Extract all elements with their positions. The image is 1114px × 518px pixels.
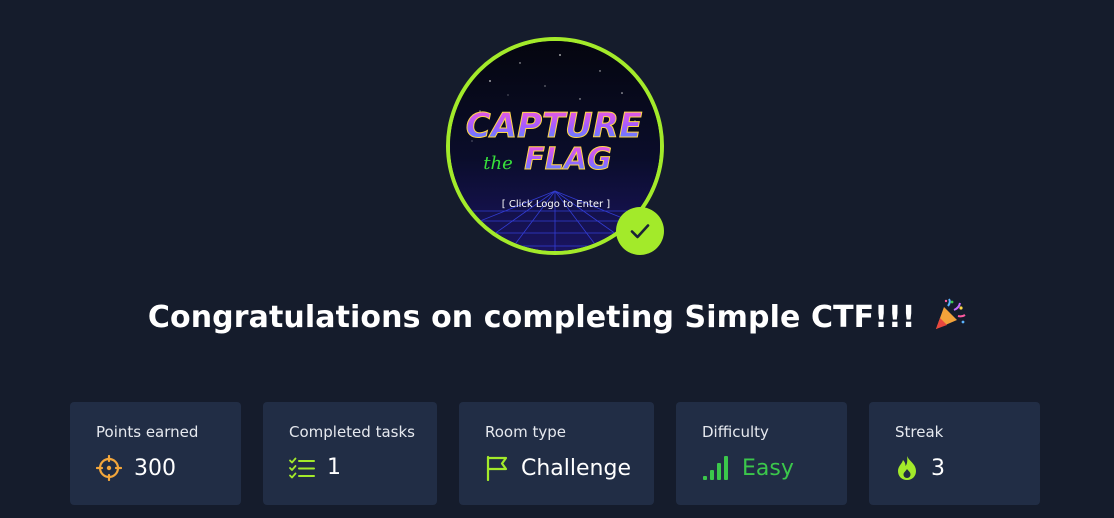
- logo-word-flag: FLAG: [524, 142, 611, 177]
- points-earned-value: 300: [134, 455, 176, 481]
- streak-card: Streak 3: [869, 402, 1040, 505]
- streak-value: 3: [931, 455, 945, 481]
- completed-tasks-label: Completed tasks: [289, 423, 415, 441]
- room-type-value: Challenge: [521, 455, 631, 481]
- completed-tasks-card: Completed tasks 1: [263, 402, 437, 505]
- signal-bars-icon: [702, 455, 730, 481]
- room-type-card: Room type Challenge: [459, 402, 654, 505]
- room-logo[interactable]: CAPTURE the FLAG [ Click Logo to Enter ]: [446, 37, 664, 255]
- completed-tasks-value: 1: [327, 455, 341, 480]
- points-earned-label: Points earned: [96, 423, 199, 441]
- streak-label: Streak: [895, 423, 944, 441]
- room-type-label: Room type: [485, 423, 566, 441]
- completed-check-icon: [616, 207, 664, 255]
- logo-caption: [ Click Logo to Enter ]: [502, 199, 610, 210]
- flame-icon: [895, 455, 919, 481]
- difficulty-value: Easy: [742, 455, 794, 481]
- party-popper-icon: [932, 298, 966, 340]
- congratulations-heading: Congratulations on completing Simple CTF…: [0, 298, 1114, 340]
- points-earned-card: Points earned 300: [70, 402, 241, 505]
- difficulty-label: Difficulty: [702, 423, 769, 441]
- logo-word-the: the: [483, 153, 512, 174]
- congratulations-text: Congratulations on completing Simple CTF…: [147, 300, 916, 335]
- difficulty-card: Difficulty Easy: [676, 402, 847, 505]
- logo-word-capture: CAPTURE: [466, 106, 642, 146]
- target-icon: [96, 455, 122, 481]
- flag-icon: [485, 455, 509, 481]
- checklist-icon: [289, 457, 315, 479]
